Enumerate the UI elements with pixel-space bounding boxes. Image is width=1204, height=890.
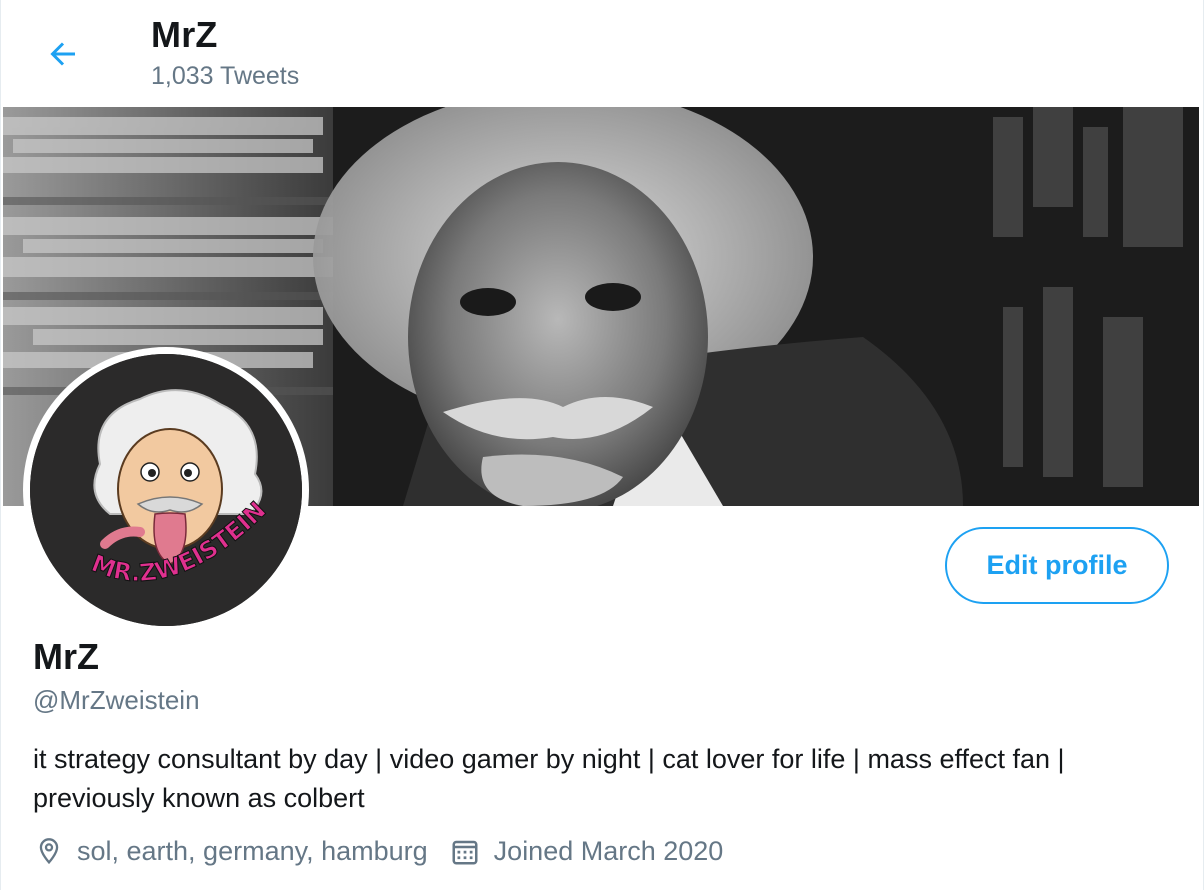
avatar-logo-image: MR.ZWEISTEIN: [30, 354, 302, 626]
display-name: MrZ: [33, 636, 99, 677]
location-pin-icon: [35, 837, 63, 867]
location-text: sol, earth, germany, hamburg: [77, 836, 428, 866]
profile-bio: it strategy consultant by day | video ga…: [33, 744, 1065, 813]
joined-item: Joined March 2020: [450, 836, 724, 867]
arrow-left-icon: [50, 42, 75, 66]
profile-page: MrZ 1,033 Tweets MR.ZWEISTEIN Edit profi…: [0, 0, 1204, 890]
calendar-icon: [450, 837, 480, 867]
profile-header: MrZ 1,033 Tweets: [1, 0, 1203, 107]
tweet-count: 1,033 Tweets: [151, 62, 300, 90]
edit-profile-button[interactable]: Edit profile: [945, 527, 1169, 604]
avatar[interactable]: MR.ZWEISTEIN: [30, 354, 302, 626]
profile-meta: sol, earth, germany, hamburg Joined Marc…: [35, 836, 723, 867]
avatar-frame: MR.ZWEISTEIN: [23, 347, 309, 633]
header-title: MrZ: [151, 14, 218, 55]
user-handle: @MrZweistein: [33, 685, 200, 715]
back-button[interactable]: [37, 28, 89, 80]
joined-date: Joined March 2020: [493, 836, 724, 866]
location-item: sol, earth, germany, hamburg: [35, 836, 428, 867]
